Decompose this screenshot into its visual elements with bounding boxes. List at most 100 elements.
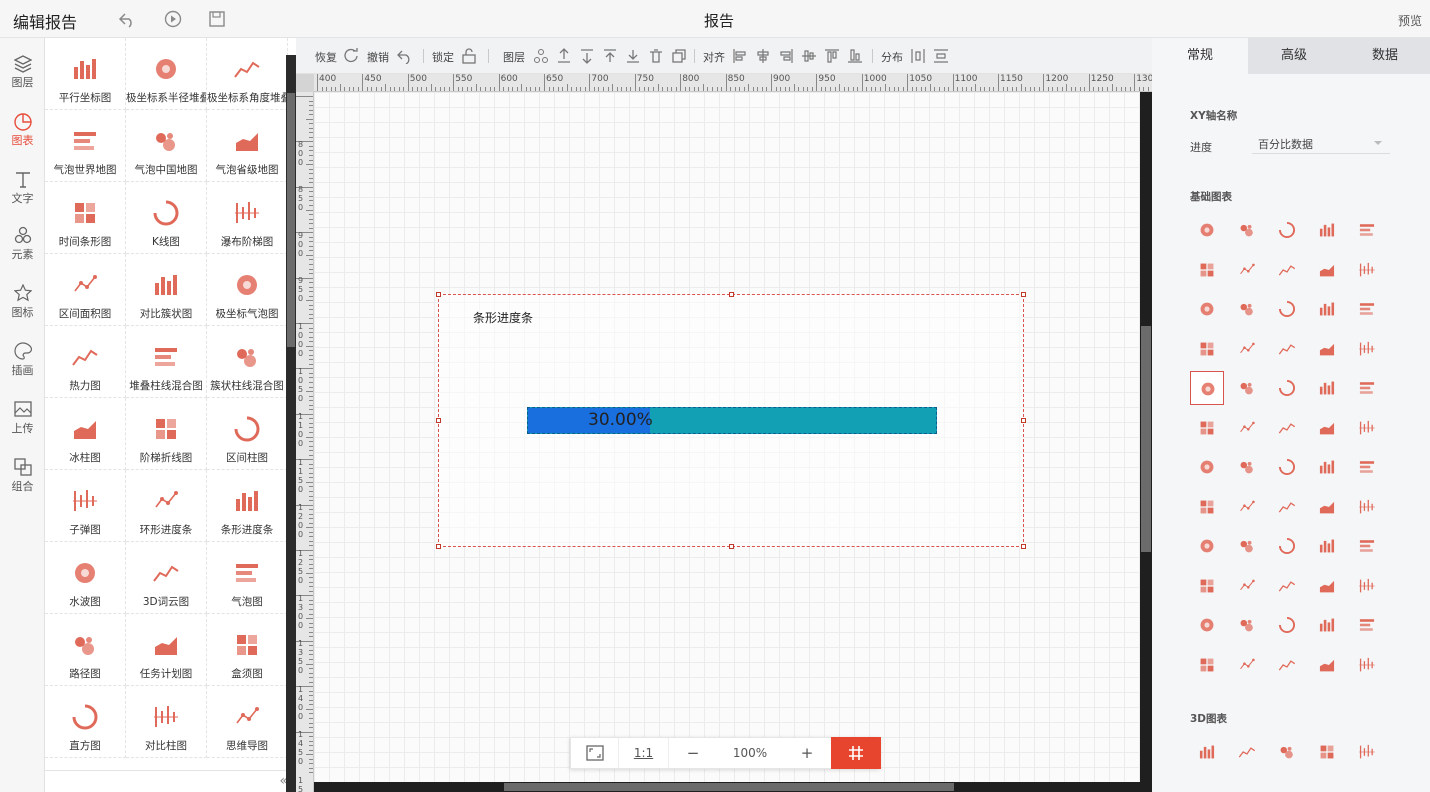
layer-bottom-icon[interactable] bbox=[625, 48, 641, 64]
chart-type-3d-icon[interactable] bbox=[1350, 735, 1384, 769]
align-right-icon[interactable] bbox=[778, 48, 794, 64]
gallery-item[interactable]: 极坐标系角度堆叠 bbox=[207, 38, 288, 110]
redo-label[interactable]: 恢复 bbox=[315, 49, 337, 65]
gallery-item[interactable]: 时间条形图 bbox=[45, 182, 126, 254]
chart-type-3d-icon[interactable] bbox=[1230, 735, 1264, 769]
chart-type-icon[interactable] bbox=[1270, 648, 1304, 682]
chart-type-icon[interactable] bbox=[1350, 292, 1384, 326]
gallery-item[interactable]: 极坐标气泡图 bbox=[207, 254, 288, 326]
canvas-vscroll-thumb[interactable] bbox=[1141, 326, 1151, 552]
align-label[interactable]: 对齐 bbox=[703, 49, 725, 65]
resize-handle-w[interactable] bbox=[436, 418, 441, 423]
lock-label[interactable]: 锁定 bbox=[432, 49, 454, 65]
progress-bar-widget[interactable]: 条形进度条 30.00% bbox=[436, 292, 1026, 549]
chart-type-icon[interactable] bbox=[1230, 411, 1264, 445]
chart-type-icon[interactable] bbox=[1270, 569, 1304, 603]
canvas-hscroll-thumb[interactable] bbox=[504, 783, 954, 791]
distribute-label[interactable]: 分布 bbox=[881, 49, 903, 65]
undo-label[interactable]: 撤销 bbox=[367, 49, 389, 65]
preview-button[interactable]: 预览 bbox=[1398, 12, 1422, 29]
chart-type-icon[interactable] bbox=[1190, 292, 1224, 326]
chart-type-icon[interactable] bbox=[1270, 213, 1304, 247]
chart-type-icon[interactable] bbox=[1190, 253, 1224, 287]
chart-type-icon[interactable] bbox=[1270, 450, 1304, 484]
chart-type-icon[interactable] bbox=[1310, 529, 1344, 563]
chart-type-icon[interactable] bbox=[1190, 529, 1224, 563]
gallery-item[interactable]: 气泡世界地图 bbox=[45, 110, 126, 182]
chart-type-icon[interactable] bbox=[1270, 371, 1304, 405]
grid-toggle-button[interactable] bbox=[831, 737, 881, 769]
gallery-item[interactable]: 热力图 bbox=[45, 326, 126, 398]
chart-type-icon[interactable] bbox=[1310, 648, 1344, 682]
nav-palette[interactable]: 插画 bbox=[0, 326, 45, 382]
chart-type-icon[interactable] bbox=[1310, 332, 1344, 366]
progress-data-select[interactable]: 百分比数据 bbox=[1252, 132, 1390, 154]
chart-type-3d-icon[interactable] bbox=[1270, 735, 1304, 769]
chart-type-icon[interactable] bbox=[1190, 569, 1224, 603]
tab-general[interactable]: 常规 bbox=[1152, 38, 1248, 74]
gallery-item[interactable]: 气泡中国地图 bbox=[126, 110, 207, 182]
chart-type-icon[interactable] bbox=[1310, 608, 1344, 642]
align-center-icon[interactable] bbox=[755, 48, 771, 64]
redo-icon[interactable] bbox=[344, 48, 360, 64]
gallery-item[interactable]: 直方图 bbox=[45, 686, 126, 758]
chart-type-icon[interactable] bbox=[1230, 648, 1264, 682]
chart-type-icon[interactable] bbox=[1310, 371, 1344, 405]
chart-type-icon[interactable] bbox=[1230, 371, 1264, 405]
layer-label[interactable]: 图层 bbox=[503, 49, 525, 65]
chart-type-icon[interactable] bbox=[1350, 608, 1384, 642]
chart-type-icon[interactable] bbox=[1230, 253, 1264, 287]
canvas-horizontal-scrollbar[interactable] bbox=[314, 782, 1140, 792]
nav-star[interactable]: 图标 bbox=[0, 268, 45, 324]
chart-type-icon[interactable] bbox=[1270, 608, 1304, 642]
chart-type-icon[interactable] bbox=[1270, 292, 1304, 326]
chart-type-icon[interactable] bbox=[1350, 332, 1384, 366]
chart-type-icon[interactable] bbox=[1230, 608, 1264, 642]
chart-type-icon[interactable] bbox=[1310, 450, 1344, 484]
undo-icon[interactable] bbox=[118, 10, 136, 28]
chart-type-icon[interactable] bbox=[1230, 213, 1264, 247]
gallery-item[interactable]: K线图 bbox=[126, 182, 207, 254]
chart-type-icon[interactable] bbox=[1350, 490, 1384, 524]
chart-type-icon[interactable] bbox=[1310, 213, 1344, 247]
gallery-item[interactable]: 3D词云图 bbox=[126, 542, 207, 614]
chart-type-icon[interactable] bbox=[1310, 569, 1344, 603]
chart-type-icon[interactable] bbox=[1270, 529, 1304, 563]
lock-icon[interactable] bbox=[461, 48, 477, 64]
gallery-item[interactable]: 区间柱图 bbox=[207, 398, 288, 470]
gallery-item[interactable]: 瀑布阶梯图 bbox=[207, 182, 288, 254]
chart-type-icon[interactable] bbox=[1190, 411, 1224, 445]
chart-type-3d-icon[interactable] bbox=[1190, 735, 1224, 769]
chart-type-icon[interactable] bbox=[1310, 490, 1344, 524]
save-icon[interactable] bbox=[208, 10, 226, 28]
layer-top-icon[interactable] bbox=[602, 48, 618, 64]
align-top-icon[interactable] bbox=[824, 48, 840, 64]
chart-type-icon[interactable] bbox=[1230, 569, 1264, 603]
chart-type-icon[interactable] bbox=[1190, 648, 1224, 682]
zoom-out-button[interactable]: − bbox=[669, 738, 717, 768]
gallery-item[interactable]: 平行坐标图 bbox=[45, 38, 126, 110]
gallery-item[interactable]: 子弹图 bbox=[45, 470, 126, 542]
gallery-item[interactable]: 条形进度条 bbox=[207, 470, 288, 542]
align-middle-icon[interactable] bbox=[801, 48, 817, 64]
chart-type-icon[interactable] bbox=[1230, 292, 1264, 326]
chart-type-icon[interactable] bbox=[1350, 253, 1384, 287]
delete-icon[interactable] bbox=[648, 48, 664, 64]
chart-type-icon[interactable] bbox=[1350, 213, 1384, 247]
chart-type-icon[interactable] bbox=[1190, 450, 1224, 484]
nav-chart-pie[interactable]: 图表 bbox=[0, 96, 45, 152]
chart-type-bar-progress-icon[interactable] bbox=[1190, 371, 1224, 405]
chart-type-icon[interactable] bbox=[1270, 253, 1304, 287]
resize-handle-n[interactable] bbox=[729, 292, 734, 297]
canvas-vertical-scrollbar[interactable] bbox=[1140, 92, 1152, 792]
chart-type-icon[interactable] bbox=[1270, 490, 1304, 524]
chart-type-icon[interactable] bbox=[1230, 490, 1264, 524]
tab-data[interactable]: 数据 bbox=[1340, 38, 1430, 74]
chart-type-icon[interactable] bbox=[1270, 411, 1304, 445]
resize-handle-ne[interactable] bbox=[1021, 292, 1026, 297]
chart-type-icon[interactable] bbox=[1350, 371, 1384, 405]
resize-handle-e[interactable] bbox=[1021, 418, 1026, 423]
resize-handle-se[interactable] bbox=[1021, 544, 1026, 549]
chart-type-icon[interactable] bbox=[1310, 411, 1344, 445]
chart-type-icon[interactable] bbox=[1230, 529, 1264, 563]
